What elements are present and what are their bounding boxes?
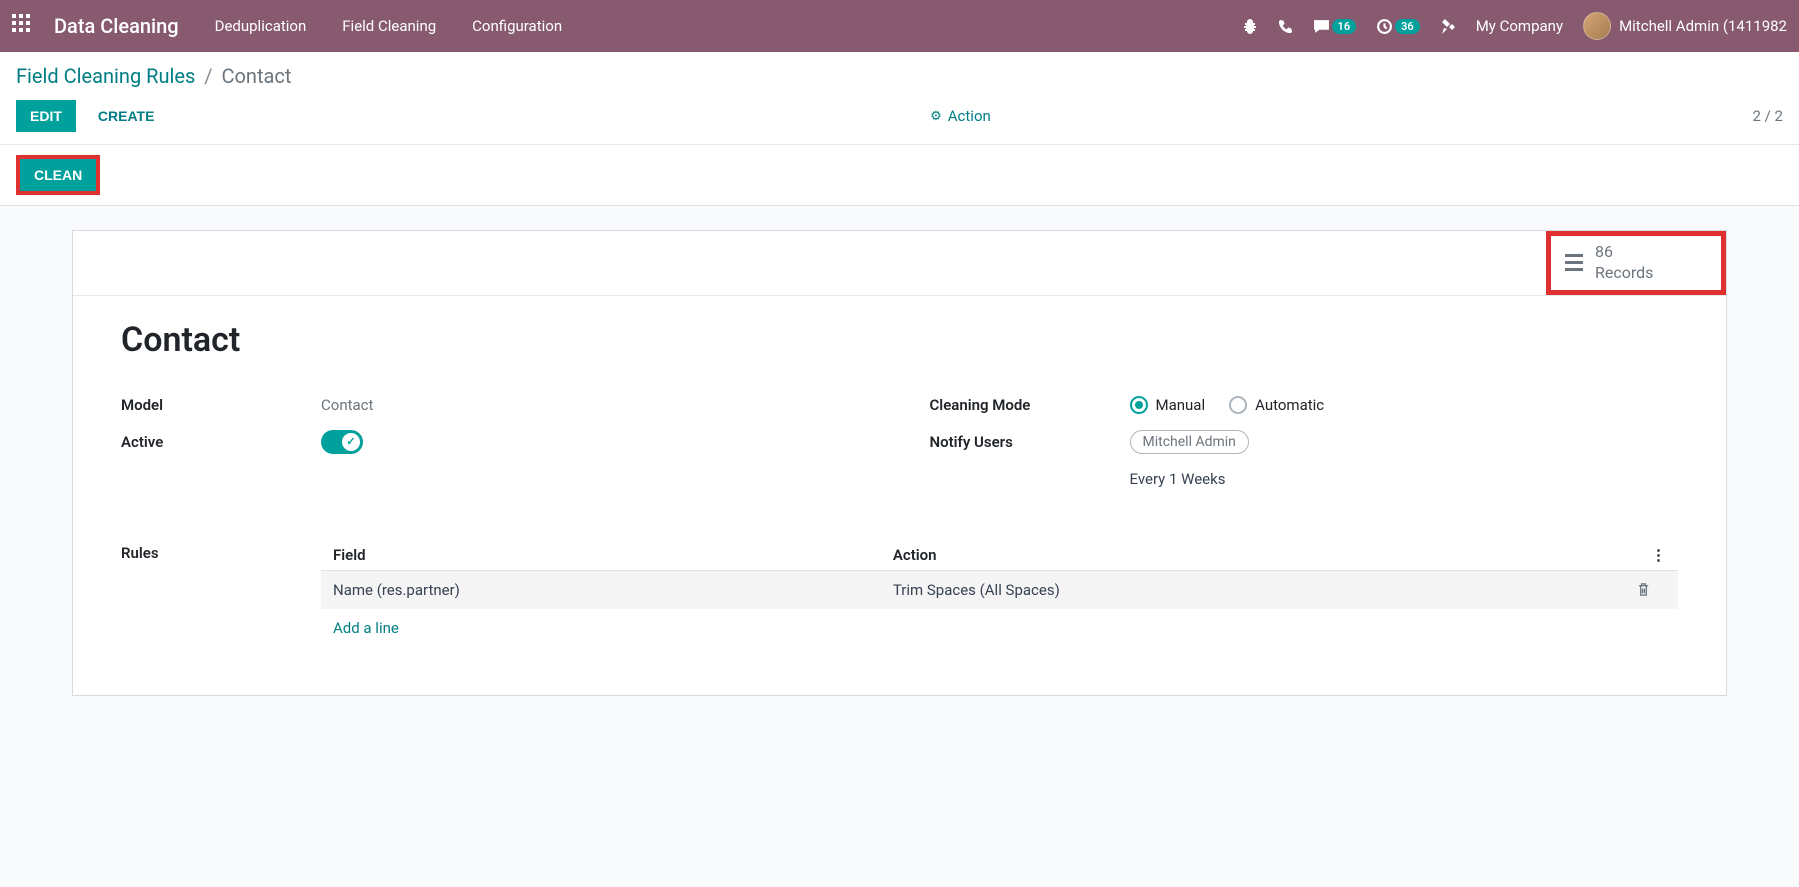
bug-icon[interactable] xyxy=(1242,18,1258,34)
activities-badge: 36 xyxy=(1395,19,1420,34)
stat-label: Records xyxy=(1595,263,1653,284)
phone-icon[interactable] xyxy=(1278,19,1293,34)
active-toggle[interactable]: ✓ xyxy=(321,430,363,454)
row-field: Name (res.partner) xyxy=(333,581,893,599)
gear-icon: ⚙ xyxy=(930,109,942,124)
table-row[interactable]: Name (res.partner) Trim Spaces (All Spac… xyxy=(321,571,1678,609)
avatar xyxy=(1583,12,1611,40)
notify-users-label: Notify Users xyxy=(930,433,1130,451)
cleaning-mode-label: Cleaning Mode xyxy=(930,396,1130,414)
radio-manual-label: Manual xyxy=(1156,396,1206,414)
list-icon xyxy=(1565,254,1583,271)
notify-users-row: Notify Users Mitchell Admin xyxy=(930,430,1679,454)
nav-configuration[interactable]: Configuration xyxy=(472,17,562,35)
header-action: Action xyxy=(893,546,1636,564)
statusbar: CLEAN xyxy=(0,144,1799,206)
radio-automatic[interactable]: Automatic xyxy=(1229,396,1324,414)
conversations-badge: 16 xyxy=(1332,19,1357,34)
active-label: Active xyxy=(121,433,321,451)
model-row: Model Contact xyxy=(121,396,870,414)
pager[interactable]: 2 / 2 xyxy=(1752,107,1783,125)
breadcrumb-separator: / xyxy=(204,64,212,88)
edit-button[interactable]: EDIT xyxy=(16,100,76,132)
nav-field-cleaning[interactable]: Field Cleaning xyxy=(342,17,436,35)
kebab-icon[interactable]: ⋮ xyxy=(1636,546,1666,564)
stat-row: 86 Records xyxy=(73,231,1726,296)
form-col-left: Model Contact Active ✓ xyxy=(121,396,870,504)
row-action: Trim Spaces (All Spaces) xyxy=(893,581,1636,599)
top-nav: Deduplication Field Cleaning Configurati… xyxy=(215,17,563,35)
radio-manual[interactable]: Manual xyxy=(1130,396,1206,414)
user-tag[interactable]: Mitchell Admin xyxy=(1130,430,1249,454)
cleaning-mode-radios: Manual Automatic xyxy=(1130,396,1325,414)
clean-button[interactable]: CLEAN xyxy=(20,159,96,191)
tools-icon[interactable] xyxy=(1440,18,1456,34)
create-button[interactable]: CREATE xyxy=(84,100,169,132)
app-title[interactable]: Data Cleaning xyxy=(54,14,179,38)
rules-header: Field Action ⋮ xyxy=(321,540,1678,571)
apps-icon[interactable] xyxy=(12,14,36,38)
breadcrumb-current: Contact xyxy=(221,64,291,88)
control-row: EDIT CREATE ⚙ Action 2 / 2 xyxy=(16,100,1783,144)
header-field: Field xyxy=(333,546,893,564)
cleaning-mode-row: Cleaning Mode Manual Automatic xyxy=(930,396,1679,414)
add-line-button[interactable]: Add a line xyxy=(321,609,1678,647)
stat-count: 86 xyxy=(1595,242,1653,263)
records-stat-button[interactable]: 86 Records xyxy=(1546,231,1726,295)
stat-text: 86 Records xyxy=(1595,242,1653,284)
rules-table: Field Action ⋮ Name (res.partner) Trim S… xyxy=(321,540,1678,647)
topbar-right: 16 36 My Company Mitchell Admin (1411982 xyxy=(1242,12,1787,40)
radio-icon xyxy=(1130,396,1148,414)
form-body: Contact Model Contact Active ✓ xyxy=(73,296,1726,695)
breadcrumb: Field Cleaning Rules / Contact xyxy=(16,64,1783,88)
user-menu[interactable]: Mitchell Admin (1411982 xyxy=(1583,12,1787,40)
user-name: Mitchell Admin (1411982 xyxy=(1619,17,1787,35)
activities-icon[interactable]: 36 xyxy=(1376,18,1420,35)
radio-icon xyxy=(1229,396,1247,414)
page-title: Contact xyxy=(121,320,1678,360)
radio-automatic-label: Automatic xyxy=(1255,396,1324,414)
sheet-wrap: 86 Records Contact Model Contact Active xyxy=(0,206,1799,720)
control-bar: Field Cleaning Rules / Contact EDIT CREA… xyxy=(0,52,1799,144)
company-switcher[interactable]: My Company xyxy=(1476,17,1563,35)
delete-row-button[interactable] xyxy=(1636,582,1666,597)
model-label: Model xyxy=(121,396,321,414)
notify-frequency: Every 1 Weeks xyxy=(1130,470,1226,488)
notify-users-value: Mitchell Admin xyxy=(1130,430,1249,454)
action-label: Action xyxy=(948,107,991,125)
breadcrumb-parent[interactable]: Field Cleaning Rules xyxy=(16,64,195,88)
trash-icon xyxy=(1636,582,1651,597)
model-value: Contact xyxy=(321,396,373,414)
form-col-right: Cleaning Mode Manual Automatic xyxy=(930,396,1679,504)
nav-deduplication[interactable]: Deduplication xyxy=(215,17,307,35)
clean-button-highlight: CLEAN xyxy=(16,155,100,195)
form-grid: Model Contact Active ✓ Cleaning Mode xyxy=(121,396,1678,504)
conversations-icon[interactable]: 16 xyxy=(1313,18,1357,35)
rules-label: Rules xyxy=(121,540,321,647)
check-icon: ✓ xyxy=(342,433,360,451)
action-dropdown[interactable]: ⚙ Action xyxy=(930,107,991,125)
active-row: Active ✓ xyxy=(121,430,870,454)
topbar: Data Cleaning Deduplication Field Cleani… xyxy=(0,0,1799,52)
notify-freq-row: Every 1 Weeks xyxy=(930,470,1679,488)
rules-section: Rules Field Action ⋮ Name (res.partner) … xyxy=(121,540,1678,647)
form-sheet: 86 Records Contact Model Contact Active xyxy=(72,230,1727,696)
